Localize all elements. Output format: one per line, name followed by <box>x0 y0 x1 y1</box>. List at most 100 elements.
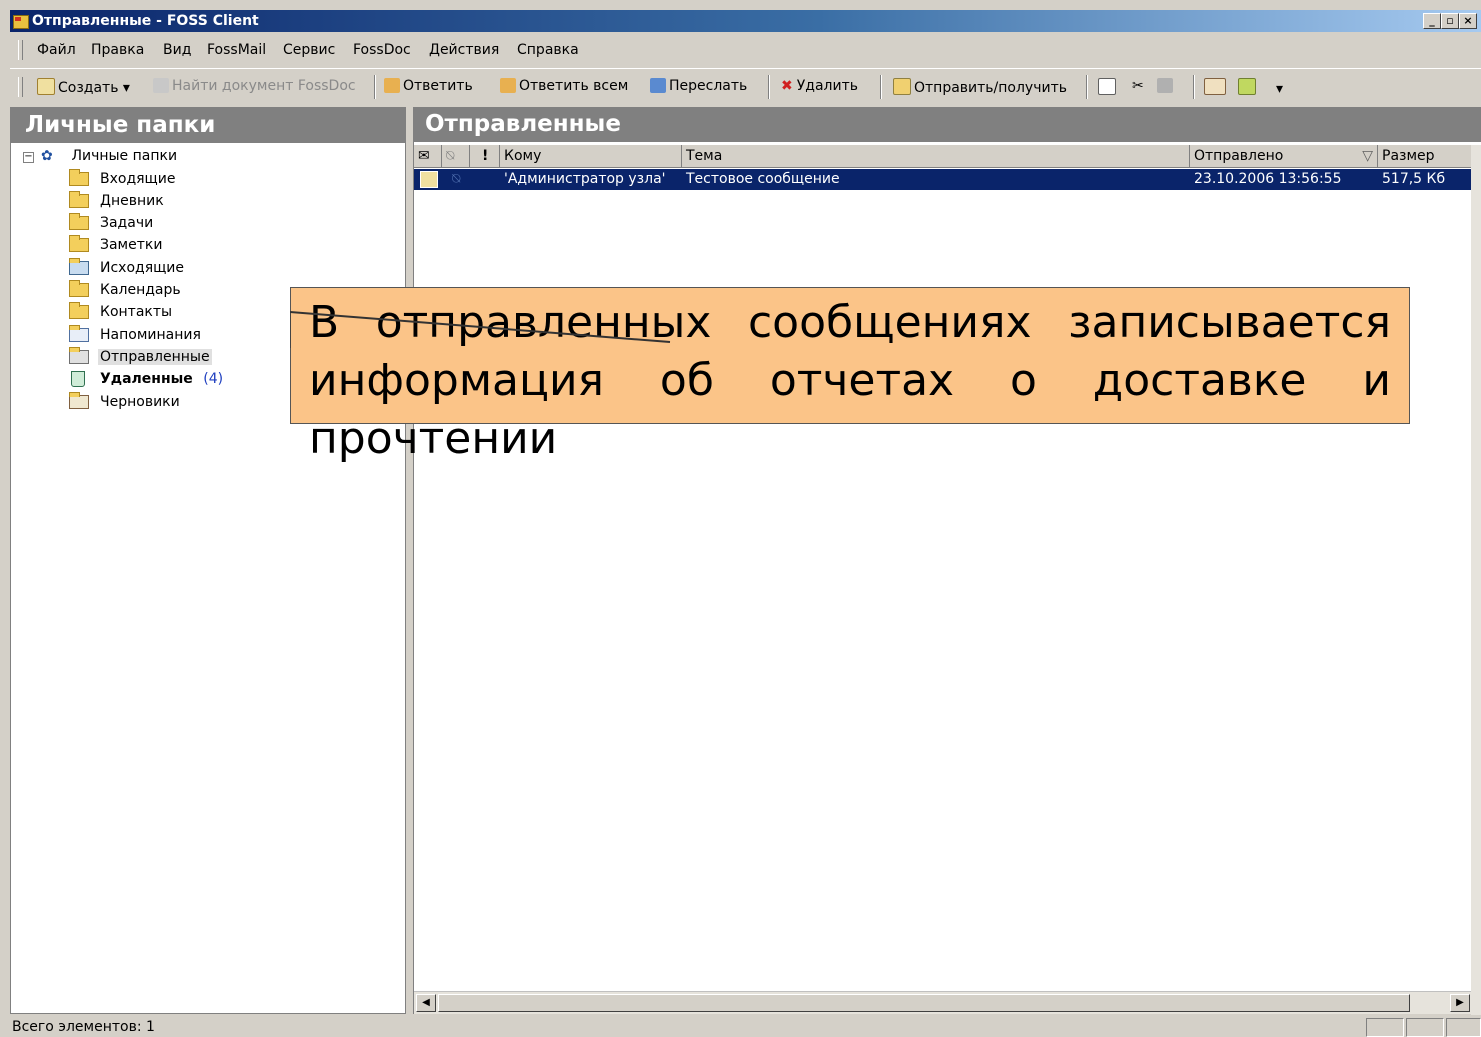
folder-item-sent[interactable]: Отправленные <box>69 347 212 367</box>
status-panel <box>1406 1018 1444 1037</box>
close-button[interactable]: × <box>1459 13 1477 29</box>
dropdown-arrow-icon[interactable]: ▾ <box>123 80 130 96</box>
sort-descending-icon: ▽ <box>1362 148 1373 164</box>
copy-button[interactable] <box>1098 78 1119 96</box>
paste-button[interactable] <box>1157 78 1176 94</box>
toolbar-separator <box>374 75 376 99</box>
status-text: Всего элементов: 1 <box>12 1019 155 1035</box>
menu-service[interactable]: Сервис <box>283 42 335 58</box>
vertical-scrollbar[interactable] <box>1471 145 1481 1015</box>
new-document-icon <box>37 78 55 95</box>
delete-button[interactable]: ✖ Удалить <box>781 78 858 94</box>
sent-icon <box>69 347 89 364</box>
message-list-header: Отправленные <box>414 107 1481 142</box>
folder-item-drafts[interactable]: Черновики <box>69 392 180 412</box>
column-subject-header[interactable]: Тема <box>682 145 1190 167</box>
minimize-button[interactable]: _ <box>1423 13 1441 29</box>
status-panel <box>1446 1018 1481 1037</box>
folder-label: Удаленные <box>100 371 193 387</box>
address-book-button[interactable] <box>1204 78 1229 96</box>
folder-item-notes[interactable]: Заметки <box>69 235 162 255</box>
calendar-grid-icon <box>69 325 89 342</box>
column-sent-header[interactable]: Отправлено ▽ <box>1190 145 1378 167</box>
find-icon <box>153 78 169 93</box>
toolbar-grip[interactable] <box>18 77 23 97</box>
folder-label: Дневник <box>100 193 164 209</box>
status-panel <box>1366 1018 1404 1037</box>
title-bar: Отправленные - FOSS Client _ ▫ × <box>10 10 1481 32</box>
options-icon <box>1238 78 1256 95</box>
send-receive-button[interactable]: Отправить/получить <box>893 78 1067 96</box>
menu-view[interactable]: Вид <box>163 42 191 58</box>
options-button[interactable] <box>1238 78 1259 96</box>
scroll-left-button[interactable]: ◀ <box>416 994 436 1012</box>
maximize-button[interactable]: ▫ <box>1441 13 1459 29</box>
reply-label: Ответить <box>403 78 473 94</box>
delete-icon: ✖ <box>781 78 793 94</box>
cut-button[interactable]: ✂ <box>1132 78 1144 94</box>
folder-item-tasks[interactable]: Задачи <box>69 213 153 233</box>
forward-icon <box>650 78 666 93</box>
toolbar-separator <box>768 75 770 99</box>
attachment-icon: ⍉ <box>452 171 461 187</box>
create-label: Создать <box>58 80 119 96</box>
menu-file[interactable]: Файл <box>37 42 76 58</box>
toolbar-separator <box>1193 75 1195 99</box>
reply-all-button[interactable]: Ответить всем <box>500 78 628 94</box>
pane-splitter[interactable] <box>406 107 413 1014</box>
reply-button[interactable]: Ответить <box>384 78 473 94</box>
scroll-thumb[interactable] <box>438 994 1410 1012</box>
delete-label: Удалить <box>796 78 858 94</box>
column-to-header[interactable]: Кому <box>500 145 682 167</box>
reply-icon <box>384 78 400 93</box>
folder-label: Черновики <box>100 394 180 410</box>
toolbar-overflow-icon[interactable]: ▾ <box>1276 81 1283 97</box>
column-size-header[interactable]: Размер <box>1378 145 1474 167</box>
importance-icon: ! <box>482 148 489 164</box>
table-row[interactable]: ⍉ 'Администратор узла' Тестовое сообщени… <box>414 169 1472 190</box>
app-icon <box>13 15 29 29</box>
outbox-icon <box>69 258 89 275</box>
folder-label: Отправленные <box>98 349 212 365</box>
find-document-button[interactable]: Найти документ FossDoc <box>153 78 356 94</box>
envelope-icon: ✉ <box>418 148 430 164</box>
folder-item-contacts[interactable]: Контакты <box>69 302 172 322</box>
copy-icon <box>1098 78 1116 95</box>
folder-icon <box>69 280 89 297</box>
menu-grip[interactable] <box>18 40 23 60</box>
forward-button[interactable]: Переслать <box>650 78 747 94</box>
tree-root[interactable]: ✿ Личные папки <box>41 146 177 166</box>
menu-actions[interactable]: Действия <box>429 42 499 58</box>
folder-label: Календарь <box>100 282 181 298</box>
folder-pane: Личные папки − ✿ Личные папки Входящие Д… <box>10 107 406 1014</box>
folder-label: Напоминания <box>100 327 201 343</box>
toolbar-separator <box>1086 75 1088 99</box>
create-button[interactable]: Создать ▾ <box>37 78 130 96</box>
folder-item-inbox[interactable]: Входящие <box>69 169 175 189</box>
folder-item-outbox[interactable]: Исходящие <box>69 258 184 278</box>
collapse-icon[interactable]: − <box>23 152 34 163</box>
message-list-pane: Отправленные ✉ ⍉ ! Кому Тема Отправлено … <box>413 107 1481 1014</box>
folder-item-journal[interactable]: Дневник <box>69 191 164 211</box>
column-importance-header[interactable]: ! <box>470 145 500 167</box>
callout-pointer <box>290 311 671 348</box>
column-icon-header[interactable]: ✉ <box>414 145 442 167</box>
address-book-icon <box>1204 78 1226 95</box>
folder-item-reminders[interactable]: Напоминания <box>69 325 201 345</box>
folder-item-deleted[interactable]: Удаленные (4) <box>69 369 223 389</box>
menu-help[interactable]: Справка <box>517 42 579 58</box>
menu-fossmail[interactable]: FossMail <box>207 42 266 58</box>
folder-label: Контакты <box>100 304 173 320</box>
menu-bar: Файл Правка Вид FossMail Сервис FossDoc … <box>10 36 1481 64</box>
horizontal-scrollbar[interactable]: ◀ ▶ <box>414 991 1481 1014</box>
column-attachment-header[interactable]: ⍉ <box>442 145 470 167</box>
reply-all-icon <box>500 78 516 93</box>
folder-item-calendar[interactable]: Календарь <box>69 280 181 300</box>
cell-to: 'Администратор узла' <box>504 171 666 187</box>
menu-fossdoc[interactable]: FossDoc <box>353 42 411 58</box>
column-header-row: ✉ ⍉ ! Кому Тема Отправлено ▽ Размер <box>414 145 1474 168</box>
cell-size: 517,5 Кб <box>1382 171 1446 187</box>
scroll-right-button[interactable]: ▶ <box>1450 994 1470 1012</box>
menu-edit[interactable]: Правка <box>91 42 144 58</box>
column-sent-label: Отправлено <box>1194 148 1284 164</box>
